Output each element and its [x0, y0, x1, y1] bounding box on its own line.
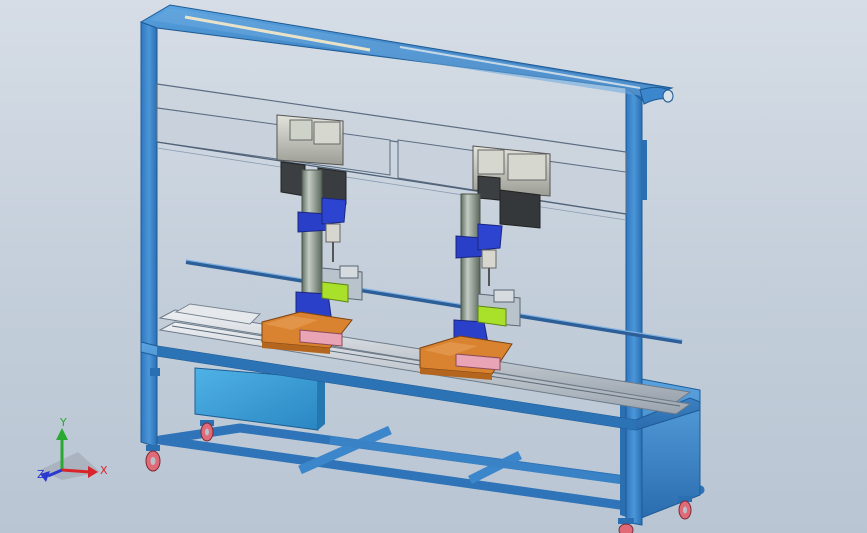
base-frame: [155, 423, 705, 510]
z-axis-label: Z: [37, 468, 45, 481]
machine-model[interactable]: Y X Z: [0, 0, 867, 533]
cad-viewport[interactable]: Y X Z: [0, 0, 867, 533]
x-axis-label: X: [100, 464, 108, 477]
caster-wheel-back-right: [678, 496, 692, 520]
x-axis-arrow: [61, 468, 91, 474]
caster-wheel-front-right: [618, 518, 634, 533]
upper-panels: [156, 83, 627, 221]
y-axis-label: Y: [59, 416, 67, 429]
orientation-triad[interactable]: Y X Z: [37, 416, 108, 482]
caster-wheel-back-left: [200, 420, 214, 442]
caster-wheel-front-left: [145, 445, 161, 472]
